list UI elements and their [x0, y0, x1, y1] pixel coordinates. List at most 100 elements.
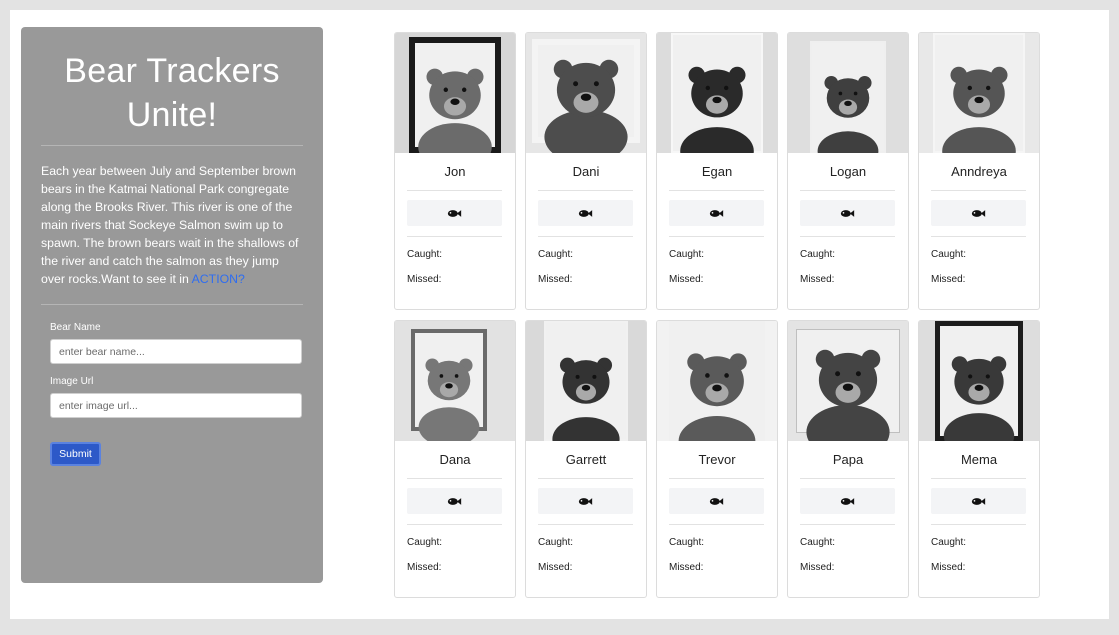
- caught-count: Caught:: [407, 249, 443, 260]
- catch-fish-button[interactable]: [538, 488, 633, 514]
- missed-count: Missed:: [538, 562, 573, 573]
- bear-photo-art: [788, 321, 908, 441]
- bear-photo: [395, 33, 515, 153]
- card-divider: [931, 190, 1026, 191]
- bear-card: Dani Caught: Missed:: [525, 32, 647, 310]
- caught-count: Caught:: [538, 249, 574, 260]
- bear-photo: [526, 321, 646, 441]
- bear-card: Dana Caught: Missed:: [394, 320, 516, 598]
- fish-icon: [709, 209, 724, 217]
- bear-card: Egan Caught: Missed:: [656, 32, 778, 310]
- catch-fish-button[interactable]: [407, 200, 502, 226]
- missed-count: Missed:: [538, 274, 573, 285]
- bear-name: Trevor: [698, 452, 736, 467]
- card-divider: [800, 524, 895, 525]
- fish-icon: [971, 497, 986, 505]
- card-divider: [931, 478, 1026, 479]
- bear-photo-art: [395, 321, 515, 441]
- bear-name: Egan: [701, 164, 733, 179]
- caught-count: Caught:: [538, 537, 574, 548]
- catch-fish-button[interactable]: [931, 200, 1026, 226]
- fish-icon: [840, 497, 855, 505]
- bear-card: Garrett Caught: Missed:: [525, 320, 647, 598]
- missed-count: Missed:: [800, 562, 835, 573]
- bear-photo-art: [657, 33, 777, 153]
- bear-photo: [395, 321, 515, 441]
- catch-fish-button[interactable]: [407, 488, 502, 514]
- card-divider: [669, 190, 764, 191]
- bear-name: Dani: [572, 164, 600, 179]
- card-divider: [931, 524, 1026, 525]
- bear-photo-art: [788, 33, 908, 153]
- caught-count: Caught:: [931, 537, 967, 548]
- bear-photo: [919, 321, 1039, 441]
- missed-count: Missed:: [931, 274, 966, 285]
- bear-card: Mema Caught: Missed:: [918, 320, 1040, 598]
- missed-count: Missed:: [407, 562, 442, 573]
- catch-fish-button[interactable]: [800, 488, 895, 514]
- bear-photo-art: [919, 321, 1039, 441]
- page: Bear Trackers Unite! Each year between J…: [10, 10, 1109, 619]
- bear-name: Dana: [439, 452, 471, 467]
- caught-count: Caught:: [669, 537, 705, 548]
- caught-count: Caught:: [800, 537, 836, 548]
- catch-fish-button[interactable]: [931, 488, 1026, 514]
- card-divider: [538, 478, 633, 479]
- missed-count: Missed:: [800, 274, 835, 285]
- caught-count: Caught:: [669, 249, 705, 260]
- bear-photo-art: [395, 33, 515, 153]
- bear-name: Garrett: [565, 452, 607, 467]
- bear-photo: [526, 33, 646, 153]
- bear-photo-art: [526, 33, 646, 153]
- fish-icon: [447, 209, 462, 217]
- card-divider: [538, 236, 633, 237]
- missed-count: Missed:: [407, 274, 442, 285]
- catch-fish-button[interactable]: [669, 200, 764, 226]
- caught-count: Caught:: [800, 249, 836, 260]
- caught-count: Caught:: [407, 537, 443, 548]
- card-divider: [407, 478, 502, 479]
- missed-count: Missed:: [931, 562, 966, 573]
- card-divider: [407, 236, 502, 237]
- missed-count: Missed:: [669, 562, 704, 573]
- bear-name: Logan: [829, 164, 867, 179]
- bear-card: Logan Caught: Missed:: [787, 32, 909, 310]
- card-divider: [800, 190, 895, 191]
- bear-name: Jon: [444, 164, 466, 179]
- bear-photo-art: [919, 33, 1039, 153]
- bear-card: Trevor Caught: Missed:: [656, 320, 778, 598]
- missed-count: Missed:: [669, 274, 704, 285]
- fish-icon: [840, 209, 855, 217]
- fish-icon: [971, 209, 986, 217]
- bear-photo: [788, 33, 908, 153]
- fish-icon: [447, 497, 462, 505]
- catch-fish-button[interactable]: [800, 200, 895, 226]
- card-divider: [538, 524, 633, 525]
- card-divider: [669, 524, 764, 525]
- fish-icon: [709, 497, 724, 505]
- bear-card: Anndreya Caught: Missed:: [918, 32, 1040, 310]
- bear-photo: [657, 33, 777, 153]
- card-divider: [407, 190, 502, 191]
- bear-card: Jon Caught: Missed:: [394, 32, 516, 310]
- bear-photo-art: [526, 321, 646, 441]
- caught-count: Caught:: [931, 249, 967, 260]
- bear-name: Mema: [960, 452, 998, 467]
- bear-photo: [919, 33, 1039, 153]
- fish-icon: [578, 497, 593, 505]
- card-divider: [800, 236, 895, 237]
- card-divider: [669, 236, 764, 237]
- bear-name: Anndreya: [951, 164, 1007, 179]
- catch-fish-button[interactable]: [669, 488, 764, 514]
- catch-fish-button[interactable]: [538, 200, 633, 226]
- fish-icon: [578, 209, 593, 217]
- bear-card-grid: Jon Caught: Missed: Dani Caught: Missed: Egan C…: [10, 10, 1109, 619]
- bear-name: Papa: [832, 452, 864, 467]
- card-divider: [669, 478, 764, 479]
- bear-card: Papa Caught: Missed:: [787, 320, 909, 598]
- card-divider: [407, 524, 502, 525]
- card-divider: [931, 236, 1026, 237]
- bear-photo: [657, 321, 777, 441]
- bear-photo-art: [657, 321, 777, 441]
- bear-photo: [788, 321, 908, 441]
